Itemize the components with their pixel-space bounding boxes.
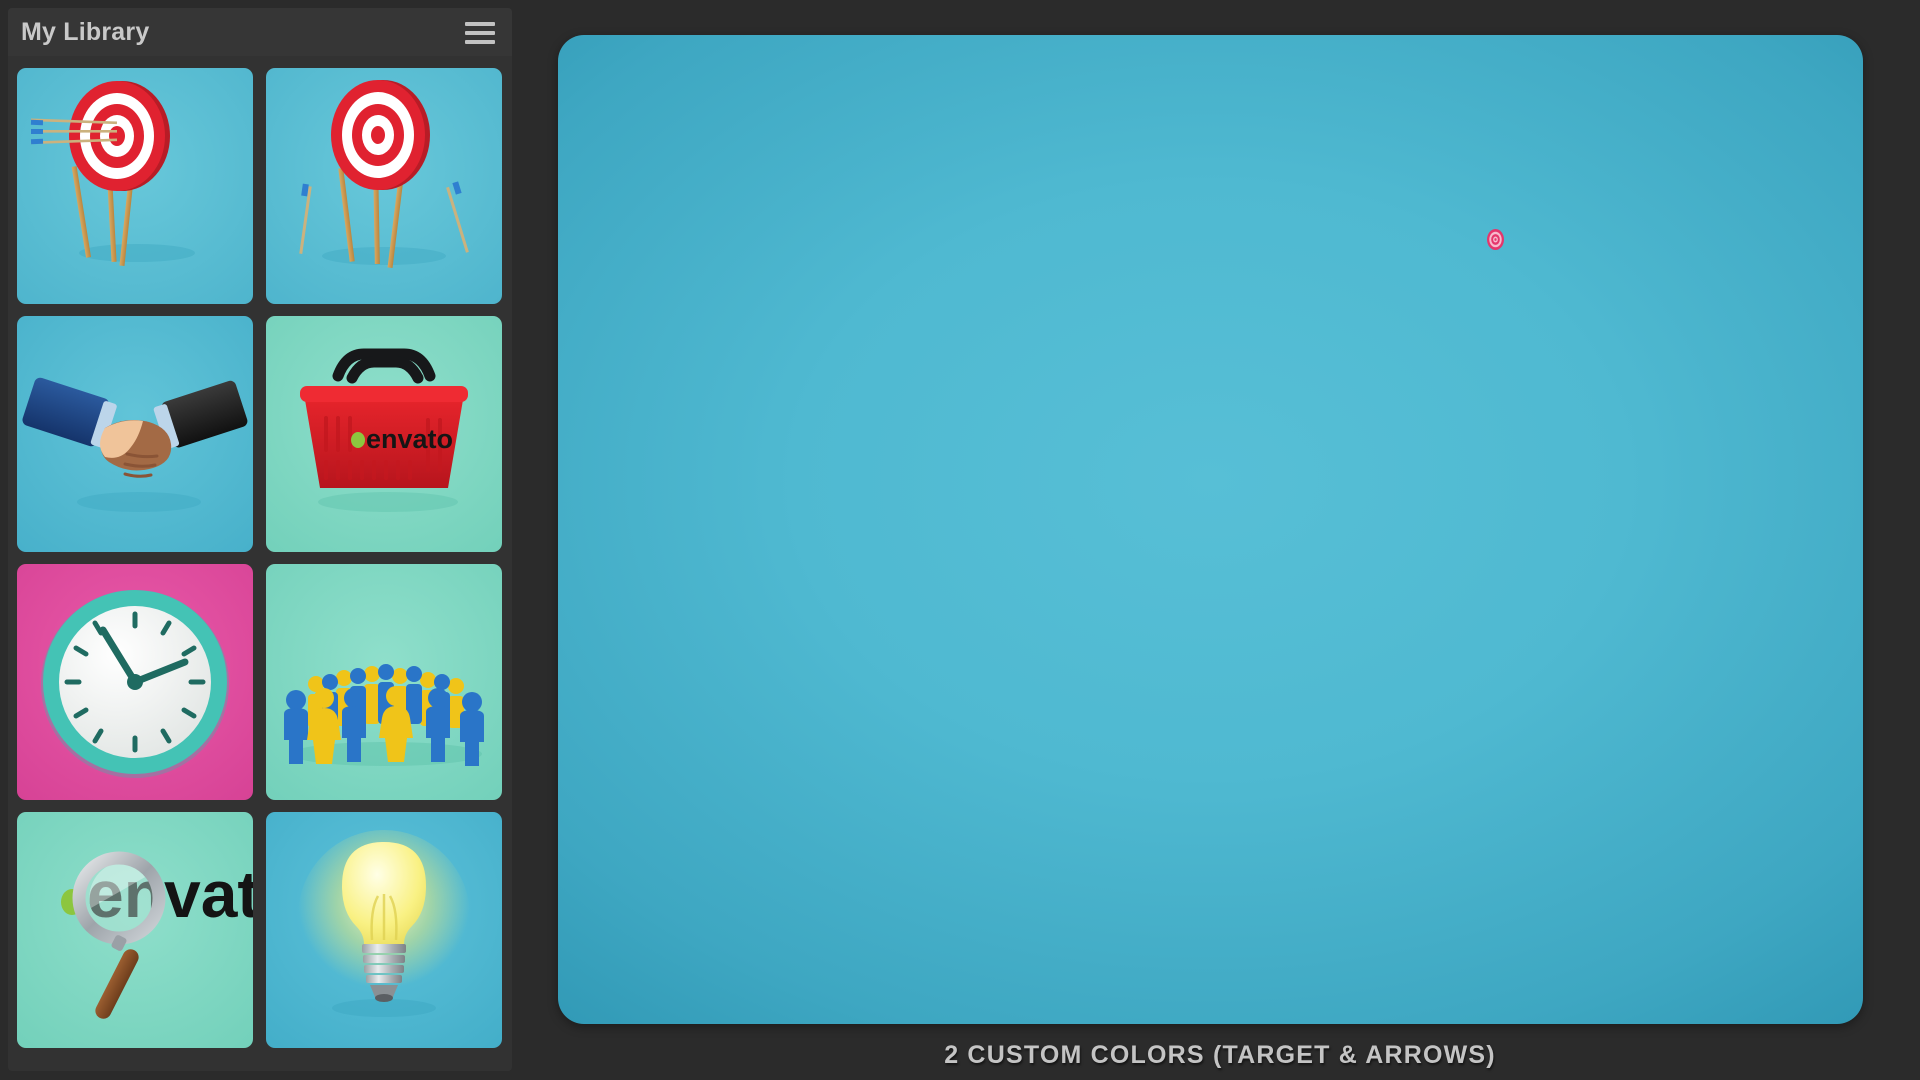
- shopping-basket-artwork: envato: [266, 316, 502, 552]
- thumbnail-target-with-arrows-missed[interactable]: [266, 68, 502, 304]
- target-dartboard-icon[interactable]: [1487, 229, 1504, 250]
- canvas-caption: 2 CUSTOM COLORS (TARGET & ARROWS): [944, 1040, 1496, 1069]
- clock-artwork: [17, 564, 253, 800]
- hamburger-bar: [465, 31, 495, 35]
- thumbnail-light-bulb[interactable]: [266, 812, 502, 1048]
- magnifier-logo-artwork: envato: [17, 812, 253, 1048]
- thumbnail-crowd-of-people[interactable]: [266, 564, 502, 800]
- target-arrows-missed-artwork: [266, 68, 502, 304]
- thumbnail-grid: envato envat: [17, 68, 503, 1048]
- thumbnail-handshake[interactable]: [17, 316, 253, 552]
- thumbnail-magnifying-glass-logo[interactable]: envato: [17, 812, 253, 1048]
- thumbnail-shopping-basket[interactable]: envato: [266, 316, 502, 552]
- caption-bar: 2 CUSTOM COLORS (TARGET & ARROWS): [520, 1030, 1920, 1080]
- lightbulb-artwork: [266, 812, 502, 1048]
- main-preview-area: 2 CUSTOM COLORS (TARGET & ARROWS): [520, 0, 1920, 1080]
- page-title: My Library: [21, 18, 150, 46]
- handshake-artwork: [17, 316, 253, 552]
- target-arrows-hit-artwork: [17, 68, 253, 304]
- library-sidebar: My Library envato envat: [0, 0, 520, 1080]
- preview-canvas[interactable]: [558, 35, 1863, 1024]
- svg-text:envato: envato: [366, 424, 453, 454]
- hamburger-bar: [465, 40, 495, 44]
- library-panel: My Library envato envat: [8, 8, 512, 1071]
- hamburger-bar: [465, 22, 495, 26]
- library-header: My Library: [8, 8, 512, 56]
- app-root: My Library envato envat 2 CUSTOM COLORS …: [0, 0, 1920, 1080]
- crowd-artwork: [266, 564, 502, 800]
- thumbnail-wall-clock[interactable]: [17, 564, 253, 800]
- hamburger-menu-icon[interactable]: [465, 20, 495, 46]
- thumbnail-target-with-arrows-hit[interactable]: [17, 68, 253, 304]
